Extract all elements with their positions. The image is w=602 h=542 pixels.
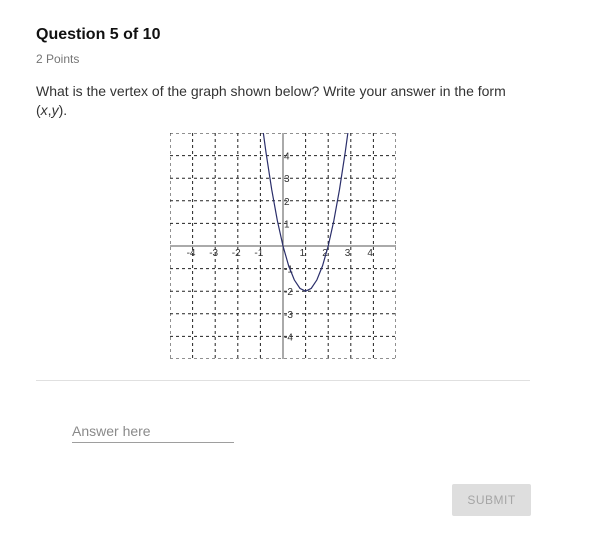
question-text-y: y — [51, 102, 59, 118]
x-tick-label: 4 — [367, 248, 373, 259]
question-points: 2 Points — [36, 52, 80, 66]
question-title: Question 5 of 10 — [36, 26, 161, 43]
x-tick-label: -1 — [254, 248, 263, 259]
x-tick-label: 3 — [345, 248, 351, 259]
question-text-main: What is the vertex of the graph shown be… — [36, 83, 506, 118]
x-tick-label: -4 — [187, 248, 196, 259]
question-text: What is the vertex of the graph shown be… — [36, 82, 536, 120]
submit-button[interactable]: SUBMIT — [452, 484, 531, 516]
y-tick-label: 4 — [284, 152, 290, 163]
question-text-x: x — [40, 102, 48, 118]
parabola-graph: -4 -3 -2 -1 1 2 3 44321-1-2-3-4 — [170, 133, 396, 359]
divider — [36, 380, 530, 381]
y-tick-label: -3 — [284, 310, 293, 321]
answer-input[interactable] — [72, 420, 234, 443]
y-tick-label: 1 — [284, 219, 290, 230]
x-tick-label: -3 — [209, 248, 218, 259]
y-tick-label: 2 — [284, 197, 290, 208]
y-tick-label: -4 — [284, 332, 293, 343]
y-tick-label: -2 — [284, 287, 293, 298]
question-text-end: ). — [58, 102, 68, 118]
x-tick-label: 1 — [300, 248, 306, 259]
answer-field — [72, 420, 234, 444]
y-tick-label: 3 — [284, 174, 290, 185]
x-tick-label: -2 — [232, 248, 241, 259]
